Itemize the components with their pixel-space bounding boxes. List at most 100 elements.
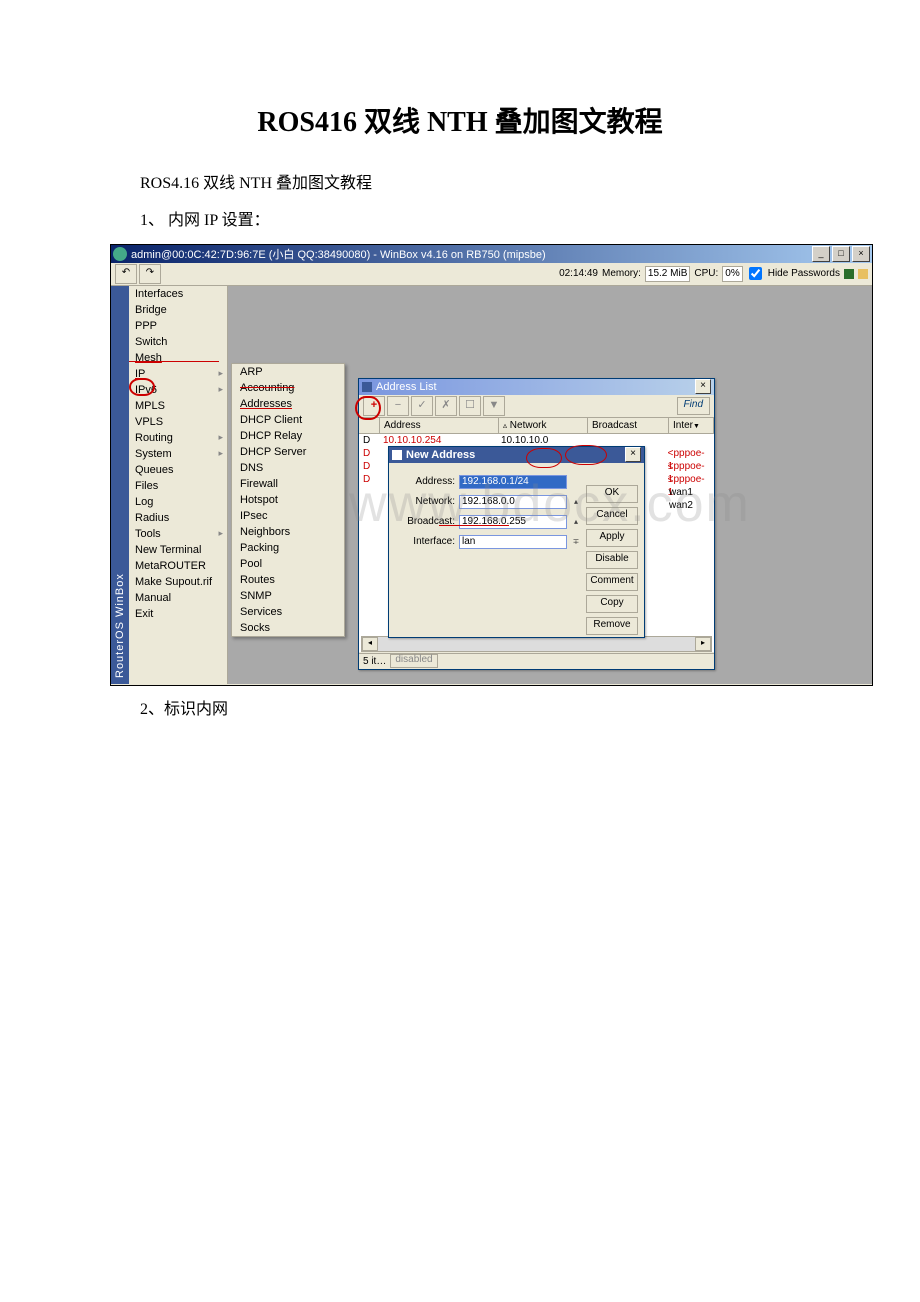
scroll-right[interactable]: ▸: [695, 637, 711, 651]
dialog-buttons: OK Cancel Apply Disable Comment Copy Rem…: [586, 485, 638, 635]
submenu-snmp[interactable]: SNMP: [232, 588, 344, 604]
menu-manual[interactable]: Manual: [129, 590, 227, 606]
window-icon: [392, 450, 402, 460]
scroll-left[interactable]: ◂: [362, 637, 378, 651]
address-list-titlebar: Address List ×: [359, 379, 714, 395]
copy-button[interactable]: Copy: [586, 595, 638, 613]
main-menu: Interfaces Bridge PPP Switch Mesh IP IPv…: [129, 286, 228, 684]
dropdown-icon[interactable]: ∓: [567, 537, 585, 546]
status-strip: 5 it… disabled: [359, 653, 714, 669]
filter-button[interactable]: ▼: [483, 396, 505, 416]
submenu-hotspot[interactable]: Hotspot: [232, 492, 344, 508]
main-toolbar: ↶ ↷ 02:14:49 Memory: 15.2 MiB CPU: 0% Hi…: [111, 263, 872, 286]
status-cpu: 0%: [722, 266, 742, 282]
submenu-packing[interactable]: Packing: [232, 540, 344, 556]
menu-mpls[interactable]: MPLS: [129, 398, 227, 414]
col-broadcast[interactable]: Broadcast: [588, 418, 669, 433]
hide-passwords-checkbox[interactable]: [749, 267, 762, 280]
col-interface[interactable]: Inter▼: [669, 418, 714, 433]
submenu-arp[interactable]: ARP: [232, 364, 344, 380]
step-2: 2、标识内网: [140, 696, 840, 725]
menu-log[interactable]: Log: [129, 494, 227, 510]
menu-system[interactable]: System: [129, 446, 227, 462]
menu-switch[interactable]: Switch: [129, 334, 227, 350]
submenu-dhcp-client[interactable]: DHCP Client: [232, 412, 344, 428]
input-interface[interactable]: [459, 535, 567, 549]
undo-button[interactable]: ↶: [115, 264, 137, 284]
secure-icon: [844, 269, 854, 279]
add-button[interactable]: +: [363, 396, 385, 416]
input-network[interactable]: [459, 495, 567, 509]
submenu-pool[interactable]: Pool: [232, 556, 344, 572]
address-list-close[interactable]: ×: [695, 379, 711, 394]
ok-button[interactable]: OK: [586, 485, 638, 503]
find-button[interactable]: Find: [677, 397, 710, 415]
hide-passwords-label: Hide Passwords: [768, 268, 840, 279]
submenu-neighbors[interactable]: Neighbors: [232, 524, 344, 540]
submenu-firewall[interactable]: Firewall: [232, 476, 344, 492]
clear-icon[interactable]: ▴: [567, 497, 585, 506]
disable-button[interactable]: Disable: [586, 551, 638, 569]
menu-vpls[interactable]: VPLS: [129, 414, 227, 430]
doc-title: ROS416 双线 NTH 叠加图文教程: [80, 100, 840, 140]
menu-exit[interactable]: Exit: [129, 606, 227, 622]
submenu-addresses[interactable]: Addresses: [232, 396, 344, 412]
menu-ip[interactable]: IP: [129, 366, 227, 382]
submenu-dhcp-relay[interactable]: DHCP Relay: [232, 428, 344, 444]
menu-ipv6[interactable]: IPv6: [129, 382, 227, 398]
h-scrollbar[interactable]: ◂ ▸: [361, 636, 712, 652]
disabled-label: disabled: [390, 654, 437, 668]
step-1: 1、 内网 IP 设置：: [140, 207, 840, 236]
menu-tools[interactable]: Tools: [129, 526, 227, 542]
status-mem: 15.2 MiB: [645, 266, 690, 282]
input-broadcast[interactable]: [459, 515, 567, 529]
minimize-button[interactable]: _: [812, 246, 830, 262]
new-address-close[interactable]: ×: [625, 447, 641, 462]
submenu-socks[interactable]: Socks: [232, 620, 344, 636]
doc-subtitle: ROS4.16 双线 NTH 叠加图文教程: [140, 170, 840, 199]
menu-ppp[interactable]: PPP: [129, 318, 227, 334]
menu-interfaces[interactable]: Interfaces: [129, 286, 227, 302]
enable-button[interactable]: ✓: [411, 396, 433, 416]
lbl-broadcast: Broadcast:: [401, 516, 459, 527]
window-title: admin@00:0C:42:7D:96:7E (小白 QQ:38490080)…: [131, 246, 546, 262]
submenu-dhcp-server[interactable]: DHCP Server: [232, 444, 344, 460]
menu-radius[interactable]: Radius: [129, 510, 227, 526]
col-address[interactable]: Address: [380, 418, 499, 433]
maximize-button[interactable]: □: [832, 246, 850, 262]
menu-routing[interactable]: Routing: [129, 430, 227, 446]
remove-button[interactable]: Remove: [586, 617, 638, 635]
winbox-window: admin@00:0C:42:7D:96:7E (小白 QQ:38490080)…: [110, 244, 873, 686]
comment-button[interactable]: ☐: [459, 396, 481, 416]
submenu-services[interactable]: Services: [232, 604, 344, 620]
col-network[interactable]: ▵ Network: [499, 418, 588, 433]
close-button[interactable]: ×: [852, 246, 870, 262]
redo-button[interactable]: ↷: [139, 264, 161, 284]
menu-files[interactable]: Files: [129, 478, 227, 494]
titlebar: admin@00:0C:42:7D:96:7E (小白 QQ:38490080)…: [111, 245, 872, 263]
menu-make-supout[interactable]: Make Supout.rif: [129, 574, 227, 590]
cancel-button[interactable]: Cancel: [586, 507, 638, 525]
clear-icon[interactable]: ▴: [567, 517, 585, 526]
window-icon: [362, 382, 372, 392]
menu-mesh[interactable]: Mesh: [129, 350, 227, 366]
submenu-ipsec[interactable]: IPsec: [232, 508, 344, 524]
menu-metarouter[interactable]: MetaROUTER: [129, 558, 227, 574]
apply-button[interactable]: Apply: [586, 529, 638, 547]
submenu-accounting[interactable]: Accounting: [232, 380, 344, 396]
item-count: 5 it…: [363, 654, 386, 669]
lock-icon: [858, 269, 868, 279]
submenu-dns[interactable]: DNS: [232, 460, 344, 476]
menu-bridge[interactable]: Bridge: [129, 302, 227, 318]
address-list-toolbar: + − ✓ ✗ ☐ ▼ Find: [359, 395, 714, 418]
disable-button[interactable]: ✗: [435, 396, 457, 416]
comment-button[interactable]: Comment: [586, 573, 638, 591]
menu-new-terminal[interactable]: New Terminal: [129, 542, 227, 558]
menu-queues[interactable]: Queues: [129, 462, 227, 478]
remove-button[interactable]: −: [387, 396, 409, 416]
side-tab[interactable]: RouterOS WinBox: [111, 286, 129, 684]
submenu-routes[interactable]: Routes: [232, 572, 344, 588]
new-address-title: New Address: [406, 449, 475, 461]
input-address[interactable]: [459, 475, 567, 489]
status-time: 02:14:49: [559, 268, 598, 279]
